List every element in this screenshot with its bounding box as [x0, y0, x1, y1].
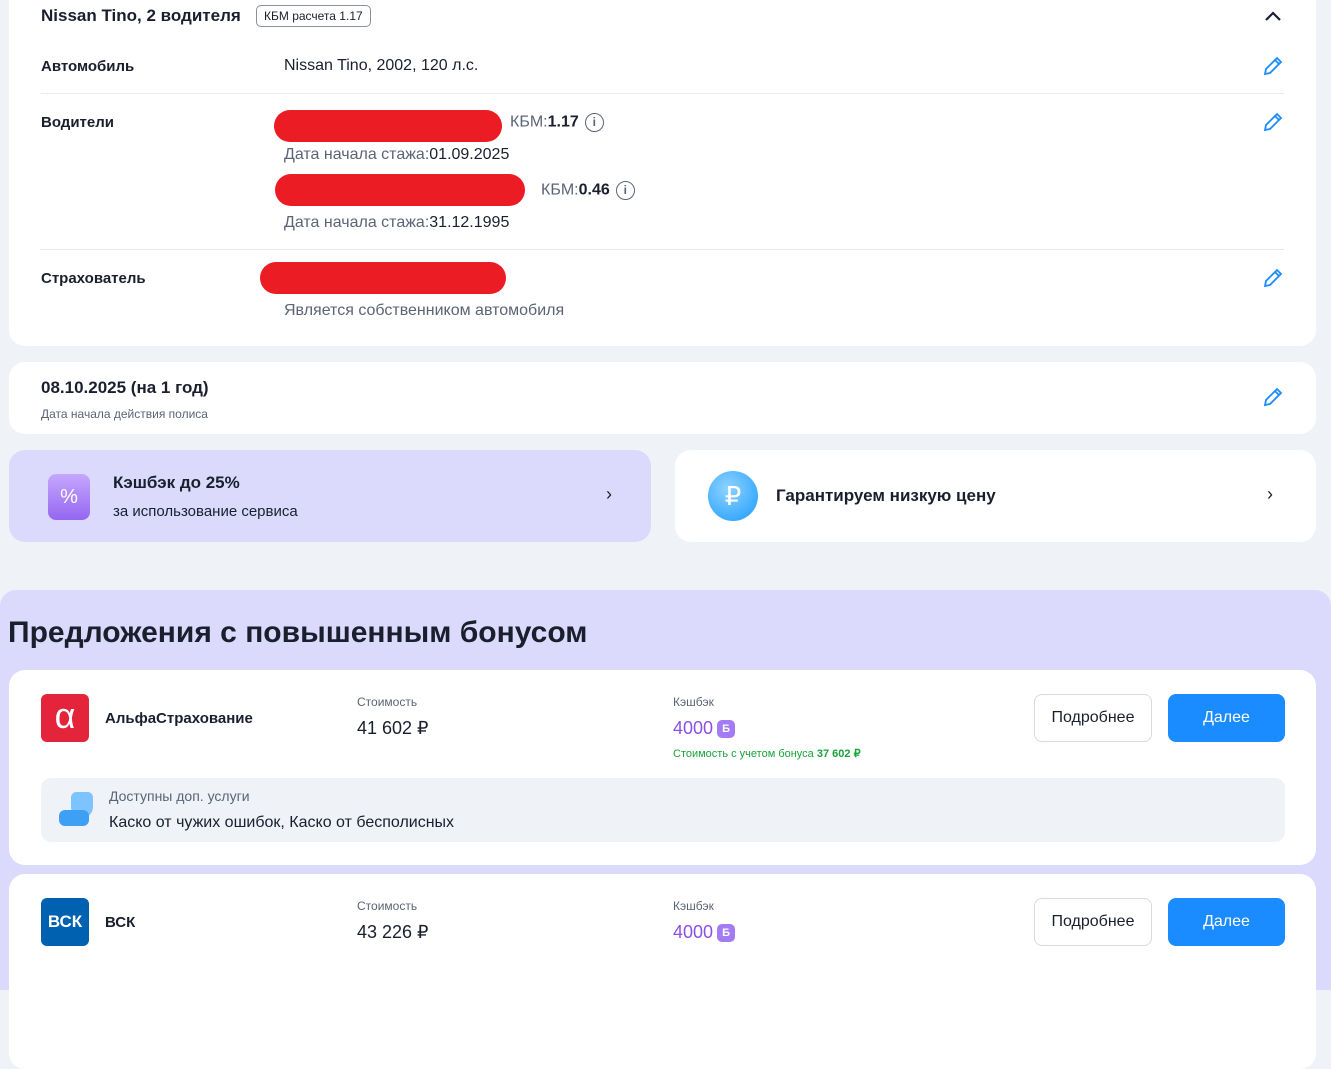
- driver-kbm: КБМ:1.17 i: [510, 113, 604, 132]
- car-label: Автомобиль: [41, 58, 135, 75]
- driver-experience: Дата начала стажа:31.12.1995: [284, 214, 510, 231]
- chevron-right-icon: ›: [606, 484, 612, 504]
- offer-card: ВСК ВСК Стоимость 43 226 ₽ Кэшбэк 4000 Б …: [9, 874, 1316, 1069]
- details-button[interactable]: Подробнее: [1034, 898, 1152, 946]
- car-value: Nissan Tino, 2002, 120 л.с.: [284, 57, 479, 74]
- edit-car-pencil-icon[interactable]: [1262, 55, 1284, 77]
- info-icon[interactable]: i: [615, 181, 635, 200]
- cashback-promo[interactable]: % Кэшбэк до 25% за использование сервиса…: [9, 450, 651, 542]
- services-list: Каско от чужих ошибок, Каско от бесполис…: [109, 814, 455, 831]
- driver-kbm: КБМ:0.46 i: [541, 181, 635, 200]
- offer-card: α АльфаСтрахование Стоимость 41 602 ₽ Кэ…: [9, 670, 1316, 865]
- drivers-label: Водители: [41, 114, 114, 131]
- edit-date-pencil-icon[interactable]: [1262, 386, 1284, 408]
- next-button[interactable]: Далее: [1168, 694, 1285, 742]
- redacted-driver-name: [275, 174, 525, 206]
- redacted-driver-name: [274, 110, 502, 142]
- gift-percent-icon: %: [48, 474, 90, 520]
- policy-title: Nissan Tino, 2 водителя: [41, 6, 241, 25]
- kbm-badge: КБМ расчета 1.17: [256, 5, 371, 27]
- car-shield-icon: [57, 792, 97, 830]
- start-date: 08.10.2025 (на 1 год): [41, 378, 209, 397]
- policy-start-card: 08.10.2025 (на 1 год) Дата начала действ…: [9, 362, 1316, 434]
- edit-insurer-pencil-icon[interactable]: [1262, 267, 1284, 289]
- info-icon[interactable]: i: [584, 113, 604, 132]
- cost-label: Стоимость: [357, 695, 418, 709]
- insurer-name: ВСК: [105, 914, 136, 931]
- driver-experience: Дата начала стажа:01.09.2025: [284, 146, 510, 163]
- insurer-name: АльфаСтрахование: [105, 710, 253, 727]
- promo-subtitle: за использование сервиса: [113, 503, 298, 520]
- cashback-label: Кэшбэк: [673, 695, 714, 709]
- services-label: Доступны доп. услуги: [109, 788, 250, 804]
- chevron-right-icon: ›: [1267, 484, 1273, 504]
- policy-details-card: Nissan Tino, 2 водителя КБМ расчета 1.17…: [9, 0, 1316, 346]
- bonus-icon: Б: [717, 720, 736, 739]
- insurer-label: Страхователь: [41, 270, 146, 287]
- collapse-chevron-icon[interactable]: [1264, 6, 1282, 27]
- cost-value: 41 602 ₽: [357, 718, 429, 738]
- low-price-promo[interactable]: ₽ Гарантируем низкую цену ›: [675, 450, 1316, 542]
- ruble-icon: ₽: [708, 471, 758, 521]
- cost-label: Стоимость: [357, 899, 418, 913]
- edit-drivers-pencil-icon[interactable]: [1262, 111, 1284, 133]
- redacted-insurer-name: [260, 262, 506, 294]
- cashback-value: 4000 Б: [673, 922, 736, 943]
- insurer-note: Является собственником автомобиля: [284, 302, 565, 319]
- bonus-icon: Б: [717, 924, 736, 943]
- bonus-price: Стоимость с учетом бонуса 37 602 ₽: [673, 748, 861, 760]
- details-button[interactable]: Подробнее: [1034, 694, 1152, 742]
- vsk-logo: ВСК: [41, 898, 89, 946]
- next-button[interactable]: Далее: [1168, 898, 1285, 946]
- bonus-offers-section: Предложения с повышенным бонусом α Альфа…: [0, 590, 1331, 1069]
- extra-services-box: Доступны доп. услуги Каско от чужих ошиб…: [41, 778, 1285, 842]
- alfa-logo: α: [41, 694, 89, 742]
- cost-value: 43 226 ₽: [357, 922, 429, 942]
- start-date-label: Дата начала действия полиса: [41, 407, 208, 421]
- section-title: Предложения с повышенным бонусом: [8, 616, 588, 649]
- promo-title: Гарантируем низкую цену: [776, 486, 996, 505]
- cashback-label: Кэшбэк: [673, 899, 714, 913]
- promo-title: Кэшбэк до 25%: [113, 473, 240, 492]
- cashback-value: 4000 Б: [673, 718, 736, 739]
